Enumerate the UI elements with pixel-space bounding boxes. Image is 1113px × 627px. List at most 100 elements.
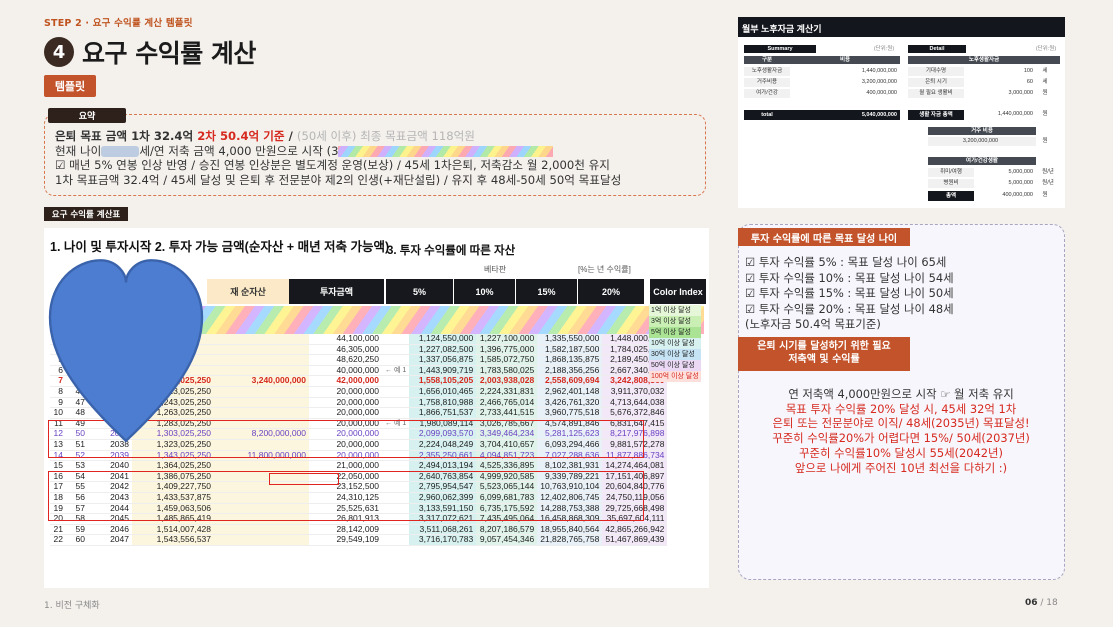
table-cell: 4,713,644,038 — [602, 397, 668, 409]
goal-item: ☑ 투자 수익률 10% : 목표 달성 나이 54세 — [745, 270, 954, 285]
legend-item: 10억 이상 달성 — [649, 338, 701, 349]
legend-item: 50억 이상 달성 — [649, 360, 701, 371]
goal-age-list: ☑ 투자 수익률 5% : 목표 달성 나이 65세 ☑ 투자 수익률 10% … — [745, 255, 954, 333]
table-cell: 2,558,609,694 — [537, 376, 603, 387]
total-label: total — [744, 110, 790, 120]
table-cell: 3,960,775,518 — [537, 408, 603, 419]
sheet-cell: 월 필요 생활비 — [908, 89, 964, 98]
retire-line: 목표 투자 수익률 20% 달성 시, 45세 32억 1차 — [785, 401, 1017, 416]
sheet-cell: 노후생활자금 — [744, 67, 790, 76]
highlight-box-11.8b — [269, 473, 339, 485]
sheet-cell: 3,200,000,000 — [861, 79, 897, 85]
sheet-cell: 원/년 — [1042, 169, 1054, 175]
summary-header: Summary — [744, 45, 816, 53]
col-header-15: 15% — [516, 279, 577, 304]
retirement-calculator-sheet: 월부 노후자금 계산기 Summary (단위:원) 구분 비용 total 5… — [738, 17, 1065, 208]
legend-item: 5억 이상 달성 — [649, 327, 701, 338]
table-cell: 1,758,810,988 — [409, 397, 477, 409]
color-index-legend: 1억 이상 달성 3억 이상 달성 5억 이상 달성 10억 이상 달성 30억… — [649, 305, 701, 382]
table-cell: 1,558,105,205 — [409, 376, 477, 387]
table-cell: 42,865,266,942 — [602, 524, 668, 536]
table-cell: 1,783,580,025 — [476, 365, 538, 377]
total-value: 5,040,000,000 — [790, 110, 900, 120]
table-cell: 3,716,170,783 — [409, 535, 477, 546]
housing-value: 3,200,000,000 — [928, 137, 1036, 146]
goal-age-tag: 투자 수익률에 따른 목표 달성 나이 — [738, 228, 910, 246]
table-cell — [214, 534, 309, 546]
goal-item: ☑ 투자 수익률 15% : 목표 달성 나이 50세 — [745, 286, 954, 300]
summary-line-3: ☑ 매년 5% 연봉 인상 반영 / 승진 연봉 인상분은 별도계정 운영(보상… — [55, 158, 610, 172]
retire-plan-text: 연 저축액 4,000만원으로 시작 ☞ 월 저축 유지 목표 투자 수익률 2… — [741, 387, 1061, 475]
table-cell: 48,620,250 — [309, 355, 382, 366]
sheet-cell: 100 — [1023, 68, 1033, 74]
table-cell: 44,100,000 — [309, 333, 382, 345]
sheet-cell: 여가/건강 — [744, 89, 790, 98]
table-cell: 29,549,109 — [309, 535, 382, 546]
legend-item: 3억 이상 달성 — [649, 316, 701, 327]
table-cell: 21 — [50, 524, 66, 536]
table-cell: 14,274,464,081 — [602, 461, 668, 472]
leisure-total-unit: 원 — [1042, 192, 1048, 198]
summary-line-1: 은퇴 목표 금액 1차 32.4억 2차 50.4억 기준 / (50세 이후)… — [55, 129, 475, 143]
table-cell: 2,224,331,831 — [476, 386, 538, 398]
template-button[interactable]: 템플릿 — [44, 75, 96, 97]
table-cell: 4,525,336,895 — [476, 461, 538, 472]
table-cell: 28,142,009 — [309, 524, 382, 536]
retire-tag-line: 저축액 및 수익률 — [788, 354, 860, 365]
table-cell: 1,364,025,250 — [132, 461, 214, 472]
col-header-invest: 투자금액 — [289, 279, 384, 304]
table-cell — [382, 354, 410, 366]
table-row: 15 53 2040 1,364,025,250 21,000,000 2,494,013… — [50, 460, 668, 472]
table-cell: ← 예 1 — [382, 365, 410, 377]
table-cell: 2,962,401,148 — [537, 386, 603, 398]
table-cell: 1,514,007,428 — [132, 524, 214, 536]
table-cell: 1,866,751,537 — [409, 408, 477, 419]
table-cell — [214, 460, 309, 472]
table-row: 22 60 2047 1,543,556,537 29,549,109 3,716,170… — [50, 534, 668, 546]
col-header-20: 20% — [578, 279, 644, 304]
table-cell: 1,868,135,875 — [537, 355, 603, 366]
table-cell: 3,240,000,000 — [214, 376, 309, 387]
table-cell: 1,337,056,875 — [409, 355, 477, 366]
rainbow-redaction-band — [144, 306, 704, 334]
sheet-heading-1-2: 1. 나이 및 투자시작 2. 투자 가능 금액(순자산 + 매년 저축 가능액… — [50, 240, 390, 254]
calc-spreadsheet-image: 1. 나이 및 투자시작 2. 투자 가능 금액(순자산 + 매년 저축 가능액… — [44, 228, 709, 588]
sheet-heading-3: 3. 투자 수익률에 따른 자산 — [387, 245, 516, 257]
col-gubun: 구분 — [744, 56, 790, 64]
col-header-10: 10% — [454, 279, 515, 304]
table-cell — [214, 334, 309, 345]
table-cell: 1,582,187,500 — [537, 344, 603, 356]
goal-item: ☑ 투자 수익률 5% : 목표 달성 나이 65세 — [745, 255, 947, 269]
legend-item: 30억 이상 달성 — [649, 349, 701, 360]
summary-line-2: 현재 나이 세/연 저축 금액 4,000 만원으로 시작 (3 — [55, 144, 695, 159]
table-cell: 3,911,370,032 — [602, 386, 668, 398]
table-cell: 1,396,775,000 — [476, 344, 538, 356]
unit-label: (단위:원) — [873, 46, 895, 52]
table-cell: 20,000,000 — [309, 408, 382, 419]
table-cell — [214, 524, 309, 536]
col-header-color-index: Color Index — [650, 279, 706, 304]
summary-line-4: 1차 목표금액 32.4억 / 45세 달성 및 은퇴 후 전문분야 제2의 인… — [55, 172, 622, 187]
table-cell: 1,585,072,750 — [476, 355, 538, 366]
retire-line: 꾸준히 수익률10% 달성시 55세(2042년) — [799, 445, 1003, 460]
sheet-cell: 취미/여행 — [928, 168, 974, 177]
table-row: 21 59 2046 1,514,007,428 28,142,009 3,511,068… — [50, 524, 668, 536]
retire-requirement-tag: 은퇴 시기를 달성하기 위한 필요 저축액 및 수익률 — [738, 337, 910, 371]
housing-unit: 원 — [1042, 138, 1048, 144]
table-cell: 9,057,454,346 — [476, 535, 538, 546]
table-cell: 22 — [50, 535, 66, 546]
living-total-unit: 원 — [1042, 111, 1048, 117]
table-cell — [214, 354, 309, 366]
table-cell: 60 — [66, 535, 88, 546]
goal-note: (노후자금 50.4억 목표기준) — [745, 317, 881, 331]
table-cell — [214, 397, 309, 409]
table-cell: 8,207,186,579 — [476, 524, 538, 536]
table-cell: 59 — [66, 524, 88, 536]
table-cell: 18,955,840,564 — [537, 524, 603, 536]
detail-header: Detail — [908, 45, 966, 53]
housing-header: 거주 비용 — [928, 127, 1036, 135]
col-cost: 비용 — [790, 56, 900, 64]
table-cell: 46,305,000 — [309, 344, 382, 356]
table-cell — [382, 344, 410, 356]
table-cell: 3,511,068,261 — [409, 524, 477, 536]
